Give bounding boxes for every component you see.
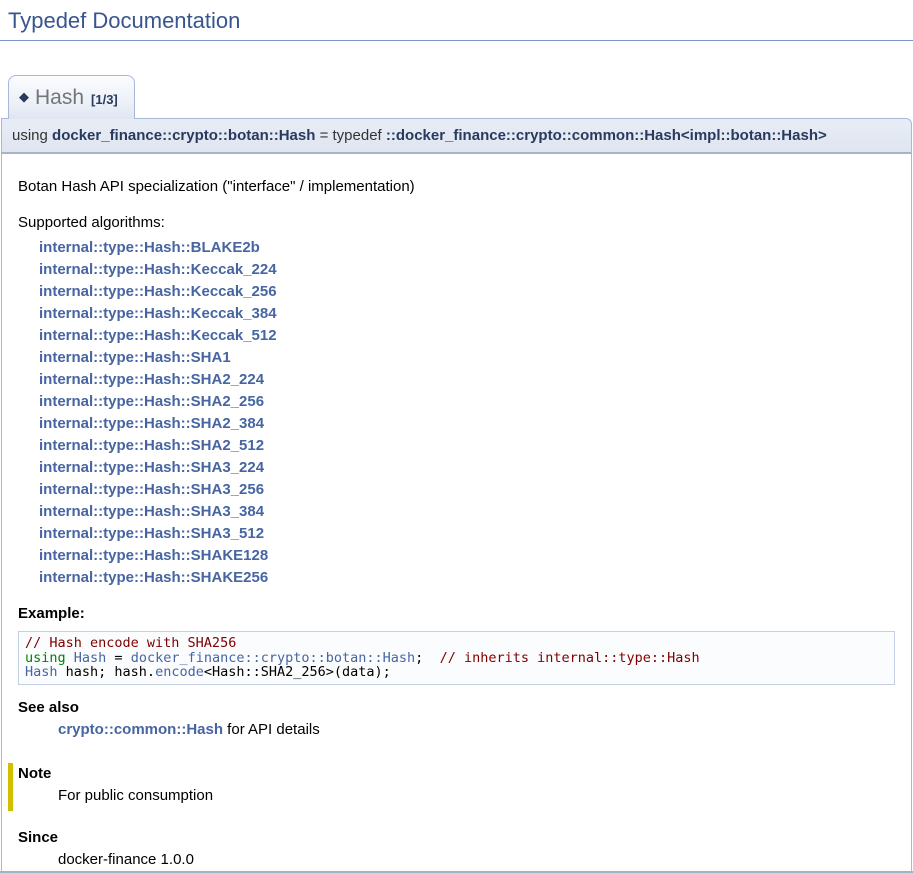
algorithm-list-item: internal::type::Hash::Keccak_224 (39, 259, 895, 281)
since-text: docker-finance 1.0.0 (58, 851, 895, 869)
algorithm-list-item: internal::type::Hash::SHA2_384 (39, 413, 895, 435)
code-token-comment: // inherits internal::type::Hash (440, 650, 700, 666)
algorithm-link[interactable]: internal::type::Hash::SHA2_256 (39, 393, 264, 410)
code-line: // Hash encode with SHA256 (25, 636, 888, 651)
since-section: Since docker-finance 1.0.0 (18, 829, 895, 869)
member-title-tab: ◆ Hash [1/3] (8, 75, 135, 119)
algorithm-link[interactable]: internal::type::Hash::SHA3_256 (39, 481, 264, 498)
declaration-connector: = typedef (315, 127, 385, 144)
algorithm-link[interactable]: internal::type::Hash::Keccak_512 (39, 327, 277, 344)
algorithm-link[interactable]: internal::type::Hash::SHA3_384 (39, 503, 264, 520)
algorithm-link[interactable]: internal::type::Hash::SHA2_512 (39, 437, 264, 454)
algorithm-list-item: internal::type::Hash::Keccak_512 (39, 325, 895, 347)
algorithm-link[interactable]: internal::type::Hash::SHA3_512 (39, 525, 264, 542)
see-also-suffix: for API details (223, 721, 320, 738)
code-symbol-link[interactable]: encode (155, 664, 204, 680)
note-text: For public consumption (58, 787, 895, 805)
code-token-plain: hash; hash. (58, 664, 156, 680)
permalink-diamond-icon[interactable]: ◆ (19, 89, 29, 104)
algorithm-list-item: internal::type::Hash::SHAKE128 (39, 545, 895, 567)
see-also-link[interactable]: crypto::common::Hash (58, 721, 223, 738)
see-also-section: See also crypto::common::Hash for API de… (18, 699, 895, 739)
algorithm-list-item: internal::type::Hash::SHA3_512 (39, 523, 895, 545)
page-title: Typedef Documentation (0, 6, 913, 41)
note-section: Note For public consumption (8, 763, 895, 811)
declaration-keyword: using (12, 127, 52, 144)
note-label: Note (18, 765, 895, 783)
supported-algorithms-label: Supported algorithms: (18, 214, 895, 232)
algorithm-link[interactable]: internal::type::Hash::SHA2_224 (39, 371, 264, 388)
algorithm-list-item: internal::type::Hash::Keccak_256 (39, 281, 895, 303)
algorithm-list-item: internal::type::Hash::SHA2_224 (39, 369, 895, 391)
algorithm-link[interactable]: internal::type::Hash::SHA3_224 (39, 459, 264, 476)
algorithm-link[interactable]: internal::type::Hash::Keccak_224 (39, 261, 277, 278)
code-line: Hash hash; hash.encode<Hash::SHA2_256>(d… (25, 665, 888, 680)
algorithm-link[interactable]: internal::type::Hash::SHAKE256 (39, 569, 268, 586)
code-token-plain: <Hash::SHA2_256>(data); (204, 664, 391, 680)
see-also-content: crypto::common::Hash for API details (58, 721, 895, 739)
declaration-name: docker_finance::crypto::botan::Hash (52, 127, 315, 144)
algorithm-list-item: internal::type::Hash::BLAKE2b (39, 237, 895, 259)
member-description: Botan Hash API specialization ("interfac… (18, 178, 895, 196)
member-overload-count: [1/3] (91, 92, 118, 107)
member-declaration-bar: using docker_finance::crypto::botan::Has… (1, 118, 912, 154)
code-symbol-link[interactable]: Hash (25, 664, 58, 680)
algorithm-link[interactable]: internal::type::Hash::Keccak_256 (39, 283, 277, 300)
typedef-hash-member: ◆Hash[1/3] using docker_finance::crypto:… (1, 75, 912, 873)
example-label: Example: (18, 605, 895, 623)
member-documentation: Botan Hash API specialization ("interfac… (1, 154, 912, 873)
member-name: Hash (35, 86, 84, 109)
algorithm-list-item: internal::type::Hash::SHA2_256 (39, 391, 895, 413)
algorithm-list-item: internal::type::Hash::SHAKE256 (39, 567, 895, 589)
since-label: Since (18, 829, 895, 847)
code-example-block: // Hash encode with SHA256using Hash = d… (18, 631, 895, 685)
algorithm-list-item: internal::type::Hash::SHA2_512 (39, 435, 895, 457)
algorithm-link[interactable]: internal::type::Hash::Keccak_384 (39, 305, 277, 322)
see-also-label: See also (18, 699, 895, 717)
algorithm-link[interactable]: internal::type::Hash::SHAKE128 (39, 547, 268, 564)
algorithm-list-item: internal::type::Hash::SHA1 (39, 347, 895, 369)
algorithm-link[interactable]: internal::type::Hash::SHA1 (39, 349, 231, 366)
algorithm-link[interactable]: internal::type::Hash::BLAKE2b (39, 239, 260, 256)
code-token-plain: ; (415, 650, 439, 666)
algorithm-list-item: internal::type::Hash::Keccak_384 (39, 303, 895, 325)
code-line: using Hash = docker_finance::crypto::bot… (25, 651, 888, 666)
algorithm-list-item: internal::type::Hash::SHA3_224 (39, 457, 895, 479)
algorithm-list-item: internal::type::Hash::SHA3_256 (39, 479, 895, 501)
declaration-type: ::docker_finance::crypto::common::Hash<i… (386, 127, 827, 144)
algorithm-list: internal::type::Hash::BLAKE2binternal::t… (39, 237, 895, 589)
algorithm-list-item: internal::type::Hash::SHA3_384 (39, 501, 895, 523)
algorithm-link[interactable]: internal::type::Hash::SHA2_384 (39, 415, 264, 432)
